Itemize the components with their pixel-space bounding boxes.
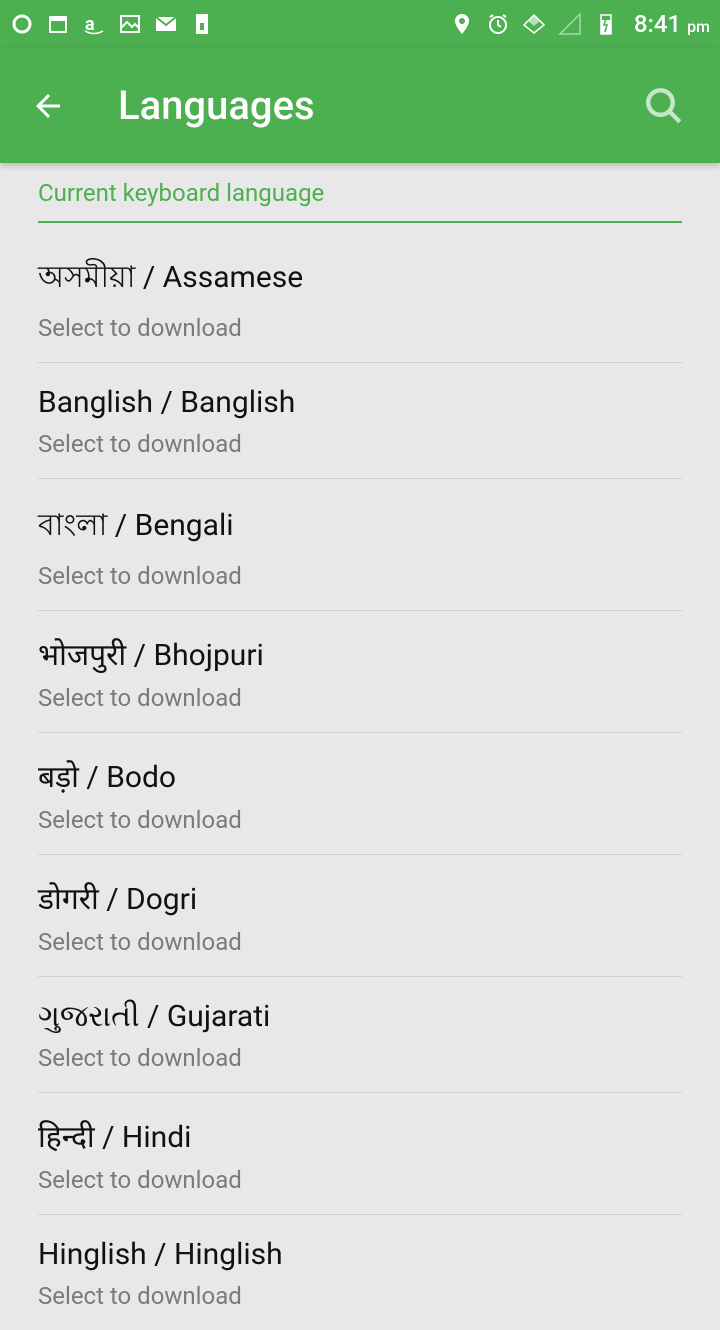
language-item[interactable]: ગુજરાતી / Gujarati Select to download xyxy=(38,977,682,1093)
status-time: 8:41 pm xyxy=(634,10,710,38)
language-list: অসমীয়া / AssameseSelect to downloadBang… xyxy=(0,231,720,1330)
language-subtitle: Select to download xyxy=(38,430,682,458)
status-right-icons: 8:41 pm xyxy=(450,10,710,38)
language-subtitle: Select to download xyxy=(38,1044,682,1072)
status-time-value: 8:41 xyxy=(634,10,681,38)
language-subtitle: Select to download xyxy=(38,1282,682,1310)
app-bar: Languages xyxy=(0,48,720,163)
status-left-icons: a xyxy=(10,12,214,36)
language-name: Hinglish / Hinglish xyxy=(38,1237,682,1272)
page-title: Languages xyxy=(118,82,636,129)
wifi-icon xyxy=(522,12,546,36)
location-icon xyxy=(450,12,474,36)
amazon-icon: a xyxy=(82,12,106,36)
status-time-ampm: pm xyxy=(687,17,710,36)
sd-card-icon xyxy=(190,12,214,36)
language-name: ગુજરાતી / Gujarati xyxy=(38,999,682,1034)
search-icon xyxy=(643,85,685,127)
language-item[interactable]: भोजपुरी / Bhojpuri Select to download xyxy=(38,611,682,733)
content: Current keyboard language অসমীয়া / Assa… xyxy=(0,163,720,1330)
language-name: Banglish / Banglish xyxy=(38,385,682,420)
status-bar: a 8:41 pm xyxy=(0,0,720,48)
language-name: हिन्दी / Hindi xyxy=(38,1115,682,1156)
language-item[interactable]: অসমীয়া / Assamese Select to download xyxy=(38,231,682,363)
language-item[interactable]: डोगरी / Dogri Select to download xyxy=(38,855,682,977)
language-name: बड़ो / Bodo xyxy=(38,755,682,796)
image-icon xyxy=(118,12,142,36)
battery-icon xyxy=(594,12,618,36)
language-item[interactable]: বাংলা / Bengali Select to download xyxy=(38,479,682,611)
language-name: অসমীয়া / Assamese xyxy=(38,253,682,304)
language-item[interactable]: Banglish / Banglish Select to download xyxy=(38,363,682,479)
mail-icon xyxy=(154,12,178,36)
language-subtitle: Select to download xyxy=(38,1166,682,1194)
language-item[interactable]: Hinglish / Hinglish Select to download xyxy=(38,1215,682,1330)
language-name: भोजपुरी / Bhojpuri xyxy=(38,633,682,674)
back-button[interactable] xyxy=(28,86,68,126)
arrow-back-icon xyxy=(30,88,66,124)
language-subtitle: Select to download xyxy=(38,562,682,590)
section-header: Current keyboard language xyxy=(38,163,682,223)
search-button[interactable] xyxy=(636,78,692,134)
calendar-icon xyxy=(46,12,70,36)
language-subtitle: Select to download xyxy=(38,806,682,834)
language-subtitle: Select to download xyxy=(38,314,682,342)
alarm-icon xyxy=(486,12,510,36)
language-name: বাংলা / Bengali xyxy=(38,501,682,552)
language-subtitle: Select to download xyxy=(38,684,682,712)
circle-icon xyxy=(10,12,34,36)
language-item[interactable]: बड़ो / Bodo Select to download xyxy=(38,733,682,855)
language-item[interactable]: हिन्दी / Hindi Select to download xyxy=(38,1093,682,1215)
language-name: डोगरी / Dogri xyxy=(38,877,682,918)
language-subtitle: Select to download xyxy=(38,928,682,956)
signal-icon xyxy=(558,12,582,36)
